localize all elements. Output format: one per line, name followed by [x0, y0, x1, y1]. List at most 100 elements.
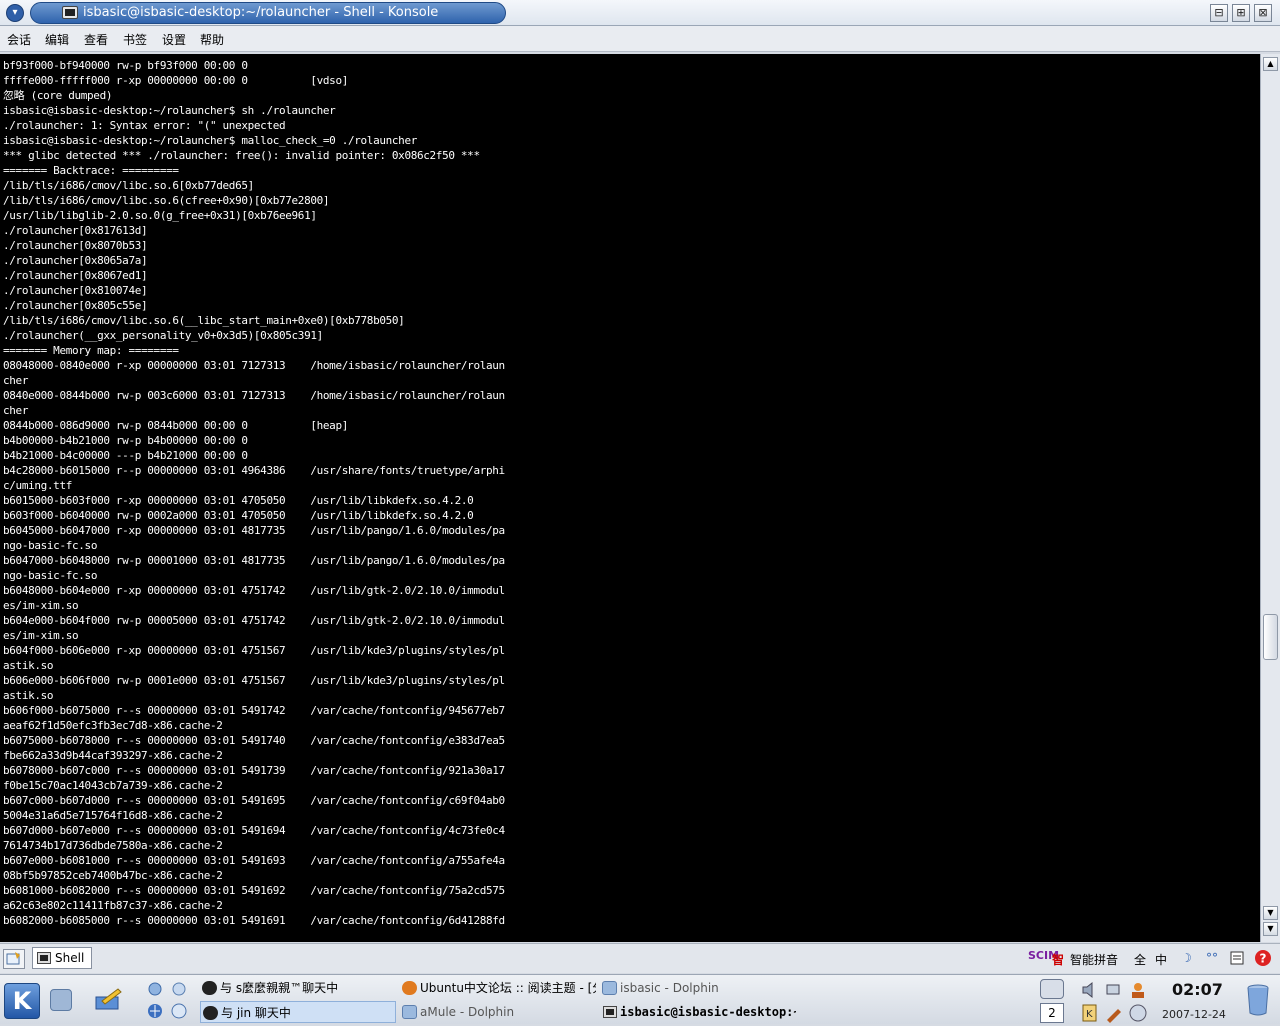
clock-date[interactable]: 2007-12-24 [1162, 1008, 1226, 1021]
monitor-icon[interactable] [1040, 979, 1064, 999]
network-tray-icon[interactable] [1104, 980, 1124, 1000]
konqueror-icon[interactable] [170, 1003, 188, 1019]
terminal-line: astik.so [3, 659, 54, 672]
terminal-view[interactable]: bf93f000-bf940000 rw-p bf93f000 00:00 0 f… [0, 54, 1260, 942]
virtual-desktop-pager[interactable]: 2 [1040, 1003, 1064, 1023]
tab-shell-label: Shell [55, 951, 85, 965]
dolphin-icon [602, 981, 617, 995]
full-width-toggle[interactable]: 全 [1134, 951, 1146, 968]
setup-icon[interactable] [1230, 951, 1244, 968]
terminal-line: ./rolauncher[0x8065a7a] [3, 254, 148, 267]
scroll-up-arrow-icon[interactable]: ▲ [1263, 57, 1278, 71]
task-konsole[interactable]: isbasic@isbasic-desktop:~ [600, 1001, 796, 1023]
user-icon[interactable] [1128, 980, 1148, 1000]
terminal-line: cher [3, 404, 29, 417]
terminal-line: fbe662a33d9b44caf393297-x86.cache-2 [3, 749, 223, 762]
terminal-line: b4b00000-b4b21000 rw-p b4b00000 00:00 0 [3, 434, 248, 447]
kopete-icon[interactable] [170, 981, 188, 997]
menu-help[interactable]: 帮助 [200, 31, 224, 48]
punctuation-icon[interactable]: °° [1206, 951, 1218, 965]
task-qq-chat-2[interactable]: 与 jin 聊天中 [200, 1001, 396, 1023]
trash-icon[interactable] [1246, 983, 1270, 1017]
menu-session[interactable]: 会话 [7, 31, 31, 48]
window-title-pill[interactable]: isbasic@isbasic-desktop:~/rolauncher - S… [30, 2, 506, 24]
menu-settings[interactable]: 设置 [162, 31, 186, 48]
terminal-line: b603f000-b6040000 rw-p 0002a000 03:01 47… [3, 509, 474, 522]
maximize-button[interactable]: ⊞ [1232, 4, 1250, 22]
terminal-line: astik.so [3, 689, 54, 702]
terminal-line: 08bf5b97852ceb7400b47bc-x86.cache-2 [3, 869, 223, 882]
terminal-line: isbasic@isbasic-desktop:~/rolauncher$ sh… [3, 104, 336, 117]
terminal-line: ./rolauncher[0x810074e] [3, 284, 148, 297]
terminal-line: /usr/lib/libglib-2.0.so.0(g_free+0x31)[0… [3, 209, 317, 222]
new-session-button[interactable] [3, 949, 25, 969]
terminal-line: b604e000-b604f000 rw-p 00005000 03:01 47… [3, 614, 505, 627]
terminal-line: /lib/tls/i686/cmov/libc.so.6(__libc_star… [3, 314, 405, 327]
terminal-line: b4b21000-b4c00000 ---p b4b21000 00:00 0 [3, 449, 248, 462]
close-button[interactable]: ⊠ [1254, 4, 1272, 22]
moon-icon[interactable]: ☽ [1181, 951, 1192, 965]
menu-edit[interactable]: 编辑 [45, 31, 69, 48]
terminal-line: ngo-basic-fc.so [3, 539, 98, 552]
firefox-icon [402, 981, 417, 995]
volume-icon[interactable] [1080, 980, 1100, 1000]
task-firefox[interactable]: Ubuntu中文论坛 :: 阅读主题 - [分 [400, 977, 596, 999]
terminal-line: ======= Memory map: ======== [3, 344, 179, 357]
terminal-icon [37, 952, 51, 964]
network-icon[interactable] [146, 981, 164, 997]
clock-time[interactable]: 02:07 [1172, 980, 1223, 999]
new-session-icon [6, 952, 20, 965]
task-label: aMule - Dolphin [420, 1005, 515, 1019]
terminal-line: /lib/tls/i686/cmov/libc.so.6[0xb77ded65] [3, 179, 254, 192]
klipper-icon[interactable]: K [1080, 1003, 1100, 1023]
terminal-line: 忽略 (core dumped) [3, 89, 113, 102]
scroll-down-arrow-icon[interactable]: ▼ [1263, 906, 1278, 920]
task-label: isbasic - Dolphin [620, 981, 719, 995]
task-dolphin-isbasic[interactable]: isbasic - Dolphin [600, 977, 796, 999]
browser-icon[interactable] [146, 1003, 164, 1019]
terminal-line: ======= Backtrace: ========= [3, 164, 179, 177]
terminal-line: ./rolauncher[0x8070b53] [3, 239, 148, 252]
terminal-line: b6047000-b6048000 rw-p 00001000 03:01 48… [3, 554, 505, 567]
terminal-line: b6015000-b603f000 r-xp 00000000 03:01 47… [3, 494, 474, 507]
task-qq-chat-1[interactable]: 与 s麼麼親親™聊天中 [200, 977, 396, 999]
terminal-line: c/uming.ttf [3, 479, 72, 492]
terminal-line: ./rolauncher[0x817613d] [3, 224, 148, 237]
scrollbar-thumb[interactable] [1263, 614, 1278, 660]
terminal-line: b6081000-b6082000 r--s 00000000 03:01 54… [3, 884, 505, 897]
terminal-line: es/im-xim.so [3, 629, 79, 642]
help-icon[interactable]: ? [1254, 949, 1272, 970]
terminal-line: es/im-xim.so [3, 599, 79, 612]
input-method-label[interactable]: 智能拼音 [1070, 951, 1118, 968]
tab-shell[interactable]: Shell [32, 947, 92, 969]
scroll-down-arrow-icon-2[interactable]: ▼ [1263, 922, 1278, 936]
task-label: isbasic@isbasic-desktop:~ [620, 1005, 796, 1019]
scim-toolbar: SCIM 智 智能拼音 全 中 ☽ °° ? [1024, 946, 1280, 972]
terminal-line: b607e000-b6081000 r--s 00000000 03:01 54… [3, 854, 505, 867]
settings-tray-icon[interactable] [1128, 1003, 1148, 1023]
chinese-mode-toggle[interactable]: 中 [1155, 951, 1167, 968]
task-dolphin-amule[interactable]: aMule - Dolphin [400, 1001, 596, 1023]
terminal-icon [603, 1006, 617, 1018]
terminal-line: b606e000-b606f000 rw-p 0001e000 03:01 47… [3, 674, 505, 687]
menu-view[interactable]: 查看 [84, 31, 108, 48]
svg-text:?: ? [1260, 952, 1267, 966]
k-menu-button[interactable]: K [4, 983, 40, 1019]
qq-penguin-icon [202, 981, 217, 995]
window-menu-button[interactable]: ▾ [6, 4, 24, 22]
menu-bar: 会话 编辑 查看 书签 设置 帮助 [0, 26, 1280, 52]
tools-icon[interactable] [1104, 1003, 1124, 1023]
terminal-line: 08048000-0840e000 r-xp 00000000 03:01 71… [3, 359, 505, 372]
terminal-line: a62c63e802c11411fb87c37-x86.cache-2 [3, 899, 223, 912]
terminal-scrollbar[interactable]: ▲ ▼ ▼ [1260, 54, 1280, 942]
terminal-line: b6045000-b6047000 r-xp 00000000 03:01 48… [3, 524, 505, 537]
terminal-line: ngo-basic-fc.so [3, 569, 98, 582]
task-label: 与 jin 聊天中 [221, 1006, 291, 1020]
minimize-button[interactable]: ⊟ [1210, 4, 1228, 22]
desktop-preview-icon[interactable] [50, 989, 72, 1011]
terminal-line: ./rolauncher[0x8067ed1] [3, 269, 148, 282]
menu-bookmarks[interactable]: 书签 [123, 31, 147, 48]
kwrite-icon[interactable] [94, 987, 122, 1010]
dolphin-icon [402, 1005, 417, 1019]
terminal-line: 7614734b17d736dbde7580a-x86.cache-2 [3, 839, 223, 852]
